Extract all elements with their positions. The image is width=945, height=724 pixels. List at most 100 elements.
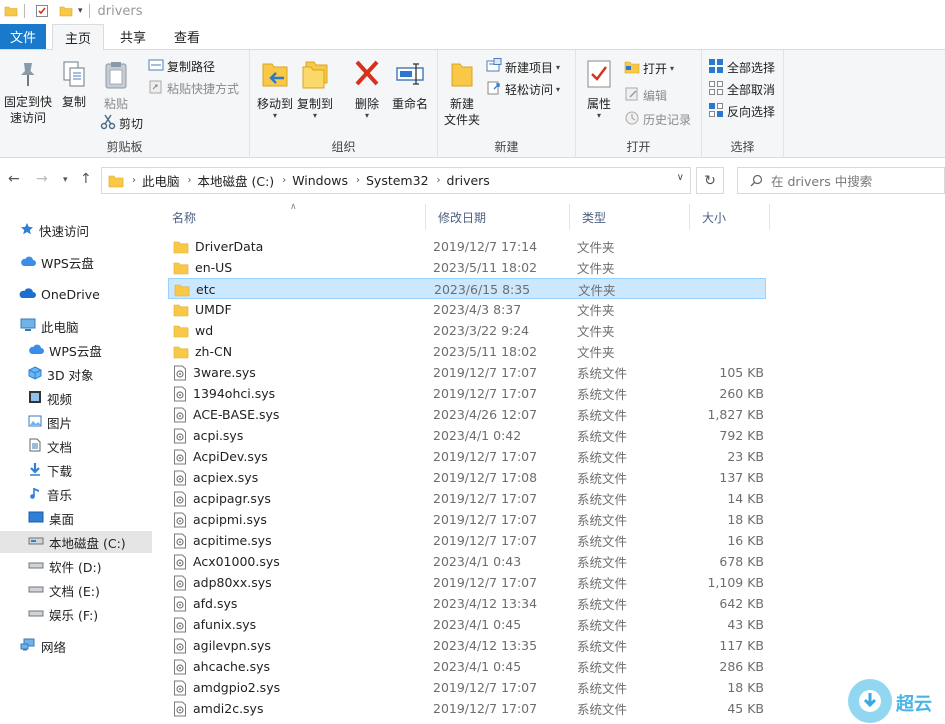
column-header-type[interactable]: 类型 (570, 204, 690, 230)
copy-path-button[interactable]: 复制路径 (148, 58, 215, 75)
sidebar-item-wps-cloud-pc[interactable]: WPS云盘 (0, 339, 152, 361)
new-folder-icon[interactable] (59, 4, 73, 18)
sidebar-item-drive-d[interactable]: 软件 (D:) (0, 555, 152, 577)
sidebar-item-drive-f[interactable]: 娱乐 (F:) (0, 603, 152, 625)
folder-row[interactable]: en-US 2023/5/11 18:02 文件夹 (168, 257, 766, 278)
sidebar-item-desktop[interactable]: 桌面 (0, 507, 152, 529)
copy-label: 复制 (61, 95, 86, 109)
properties-button[interactable]: 属性 ▾ (580, 58, 618, 120)
folder-row[interactable]: wd 2023/3/22 9:24 文件夹 (168, 320, 766, 341)
cut-button[interactable]: 剪切 (100, 114, 143, 133)
row-size (698, 299, 764, 320)
rename-icon (388, 58, 432, 94)
delete-button[interactable]: 删除 ▾ (348, 58, 386, 120)
sidebar-item-onedrive[interactable]: OneDrive (0, 283, 152, 305)
paste-shortcut-button[interactable]: 粘贴快捷方式 (148, 80, 239, 97)
tab-share[interactable]: 共享 (108, 24, 158, 49)
file-row[interactable]: afd.sys 2023/4/12 13:34 系统文件 642 KB (168, 593, 766, 614)
new-item-button[interactable]: 新建项目 ▾ (486, 58, 560, 77)
address-dropdown-icon[interactable]: ∨ (677, 172, 684, 183)
pin-quick-access-button[interactable]: 固定到快 速访问 (2, 60, 54, 126)
file-row[interactable]: adp80xx.sys 2019/12/7 17:07 系统文件 1,109 KB (168, 572, 766, 593)
file-row[interactable]: ACE-BASE.sys 2023/4/26 12:07 系统文件 1,827 KB (168, 404, 766, 425)
breadcrumb-local-disk[interactable]: 本地磁盘 (C:) (198, 171, 275, 190)
file-row[interactable]: 3ware.sys 2019/12/7 17:07 系统文件 105 KB (168, 362, 766, 383)
file-row[interactable]: amdi2c.sys 2019/12/7 17:07 系统文件 45 KB (168, 698, 766, 719)
sidebar-item-documents[interactable]: 文档 (0, 435, 152, 457)
sidebar-item-local-disk-c[interactable]: 本地磁盘 (C:) (0, 531, 152, 553)
select-none-label: 全部取消 (727, 83, 776, 97)
chevron-right-icon[interactable]: › (282, 175, 286, 186)
tab-view[interactable]: 查看 (162, 24, 212, 49)
file-row[interactable]: amdgpio2.sys 2019/12/7 17:07 系统文件 18 KB (168, 677, 766, 698)
tab-home[interactable]: 主页 (52, 24, 105, 50)
folder-row[interactable]: zh-CN 2023/5/11 18:02 文件夹 (168, 341, 766, 362)
forward-arrow-icon[interactable]: → (36, 171, 48, 187)
file-row[interactable]: acpipmi.sys 2019/12/7 17:07 系统文件 18 KB (168, 509, 766, 530)
folder-row[interactable]: UMDF 2023/4/3 8:37 文件夹 (168, 299, 766, 320)
chevron-right-icon[interactable]: › (188, 175, 192, 186)
file-row[interactable]: agilevpn.sys 2023/4/12 13:35 系统文件 117 KB (168, 635, 766, 656)
sidebar-item-label: 3D 对象 (47, 367, 94, 383)
sidebar-item-network[interactable]: 网络 (0, 635, 152, 657)
move-to-button[interactable]: 移动到 ▾ (256, 58, 294, 120)
row-name: UMDF (195, 302, 232, 317)
recent-locations-chevron-icon[interactable]: ▾ (63, 175, 68, 185)
folder-row[interactable]: etc 2023/6/15 8:35 文件夹 (168, 278, 766, 299)
properties-icon[interactable] (35, 4, 49, 18)
paste-button[interactable]: 粘贴 (96, 60, 136, 112)
file-row[interactable]: ahcache.sys 2023/4/1 0:45 系统文件 286 KB (168, 656, 766, 677)
search-box[interactable]: 在 drivers 中搜索 (737, 167, 945, 194)
chevron-right-icon[interactable]: › (437, 175, 441, 186)
open-button[interactable]: 打开 ▾ (624, 60, 674, 77)
refresh-button[interactable]: ↻ (696, 167, 724, 194)
column-header-name[interactable]: 名称 ∧ (160, 202, 426, 230)
chevron-right-icon[interactable]: › (132, 175, 136, 186)
sidebar-item-downloads[interactable]: 下载 (0, 459, 152, 481)
sidebar-item-music[interactable]: 音乐 (0, 483, 152, 505)
file-row[interactable]: acpipagr.sys 2019/12/7 17:07 系统文件 14 KB (168, 488, 766, 509)
invert-selection-button[interactable]: 反向选择 (708, 102, 775, 121)
rename-button[interactable]: 重命名 (388, 58, 432, 112)
sidebar-item-this-pc[interactable]: 此电脑 (0, 315, 152, 337)
select-all-button[interactable]: 全部选择 (708, 58, 775, 77)
column-header-size[interactable]: 大小 (690, 204, 770, 230)
copy-to-button[interactable]: 复制到 ▾ (296, 58, 334, 120)
sidebar-item-3d-objects[interactable]: 3D 对象 (0, 363, 152, 385)
address-bar[interactable]: › 此电脑 › 本地磁盘 (C:) › Windows › System32 ›… (101, 167, 691, 194)
file-row[interactable]: AcpiDev.sys 2019/12/7 17:07 系统文件 23 KB (168, 446, 766, 467)
sidebar-item-pictures[interactable]: 图片 (0, 411, 152, 433)
back-arrow-icon[interactable]: ← (8, 171, 20, 187)
breadcrumb-drivers[interactable]: drivers (447, 173, 490, 188)
copy-button[interactable]: 复制 (56, 60, 92, 110)
select-none-button[interactable]: 全部取消 (708, 80, 775, 99)
sidebar-item-videos[interactable]: 视频 (0, 387, 152, 409)
file-row[interactable]: 1394ohci.sys 2019/12/7 17:07 系统文件 260 KB (168, 383, 766, 404)
customize-quick-access-icon[interactable]: ▾ (78, 6, 83, 16)
sidebar-item-wps-cloud[interactable]: WPS云盘 (0, 251, 152, 273)
file-row[interactable]: afunix.sys 2023/4/1 0:45 系统文件 43 KB (168, 614, 766, 635)
sidebar-item-quick-access[interactable]: 快速访问 (0, 219, 152, 241)
new-folder-button[interactable]: 新建 文件夹 (442, 58, 482, 128)
breadcrumb-system32[interactable]: System32 (366, 173, 429, 188)
file-row[interactable]: acpi.sys 2023/4/1 0:42 系统文件 792 KB (168, 425, 766, 446)
pin-icon (2, 60, 54, 92)
file-row[interactable]: acpiex.sys 2019/12/7 17:08 系统文件 137 KB (168, 467, 766, 488)
file-row[interactable]: Acx01000.sys 2023/4/1 0:43 系统文件 678 KB (168, 551, 766, 572)
easy-access-button[interactable]: 轻松访问 ▾ (486, 80, 560, 99)
file-row[interactable]: acpitime.sys 2019/12/7 17:07 系统文件 16 KB (168, 530, 766, 551)
tab-file[interactable]: 文件 (0, 24, 46, 49)
column-header-date[interactable]: 修改日期 (426, 204, 570, 230)
folder-icon[interactable] (4, 4, 18, 18)
breadcrumb-this-pc[interactable]: 此电脑 (142, 171, 180, 190)
up-arrow-icon[interactable]: ↑ (80, 171, 92, 187)
chevron-right-icon[interactable]: › (356, 175, 360, 186)
edit-button[interactable]: 编辑 (624, 86, 667, 105)
breadcrumb-windows[interactable]: Windows (292, 173, 348, 188)
row-name: adp80xx.sys (193, 575, 272, 590)
onedrive-icon (18, 287, 36, 302)
sidebar-item-drive-e[interactable]: 文档 (E:) (0, 579, 152, 601)
row-name-cell: amdgpio2.sys (173, 677, 280, 698)
folder-row[interactable]: DriverData 2019/12/7 17:14 文件夹 (168, 236, 766, 257)
history-button[interactable]: 历史记录 (624, 110, 691, 129)
